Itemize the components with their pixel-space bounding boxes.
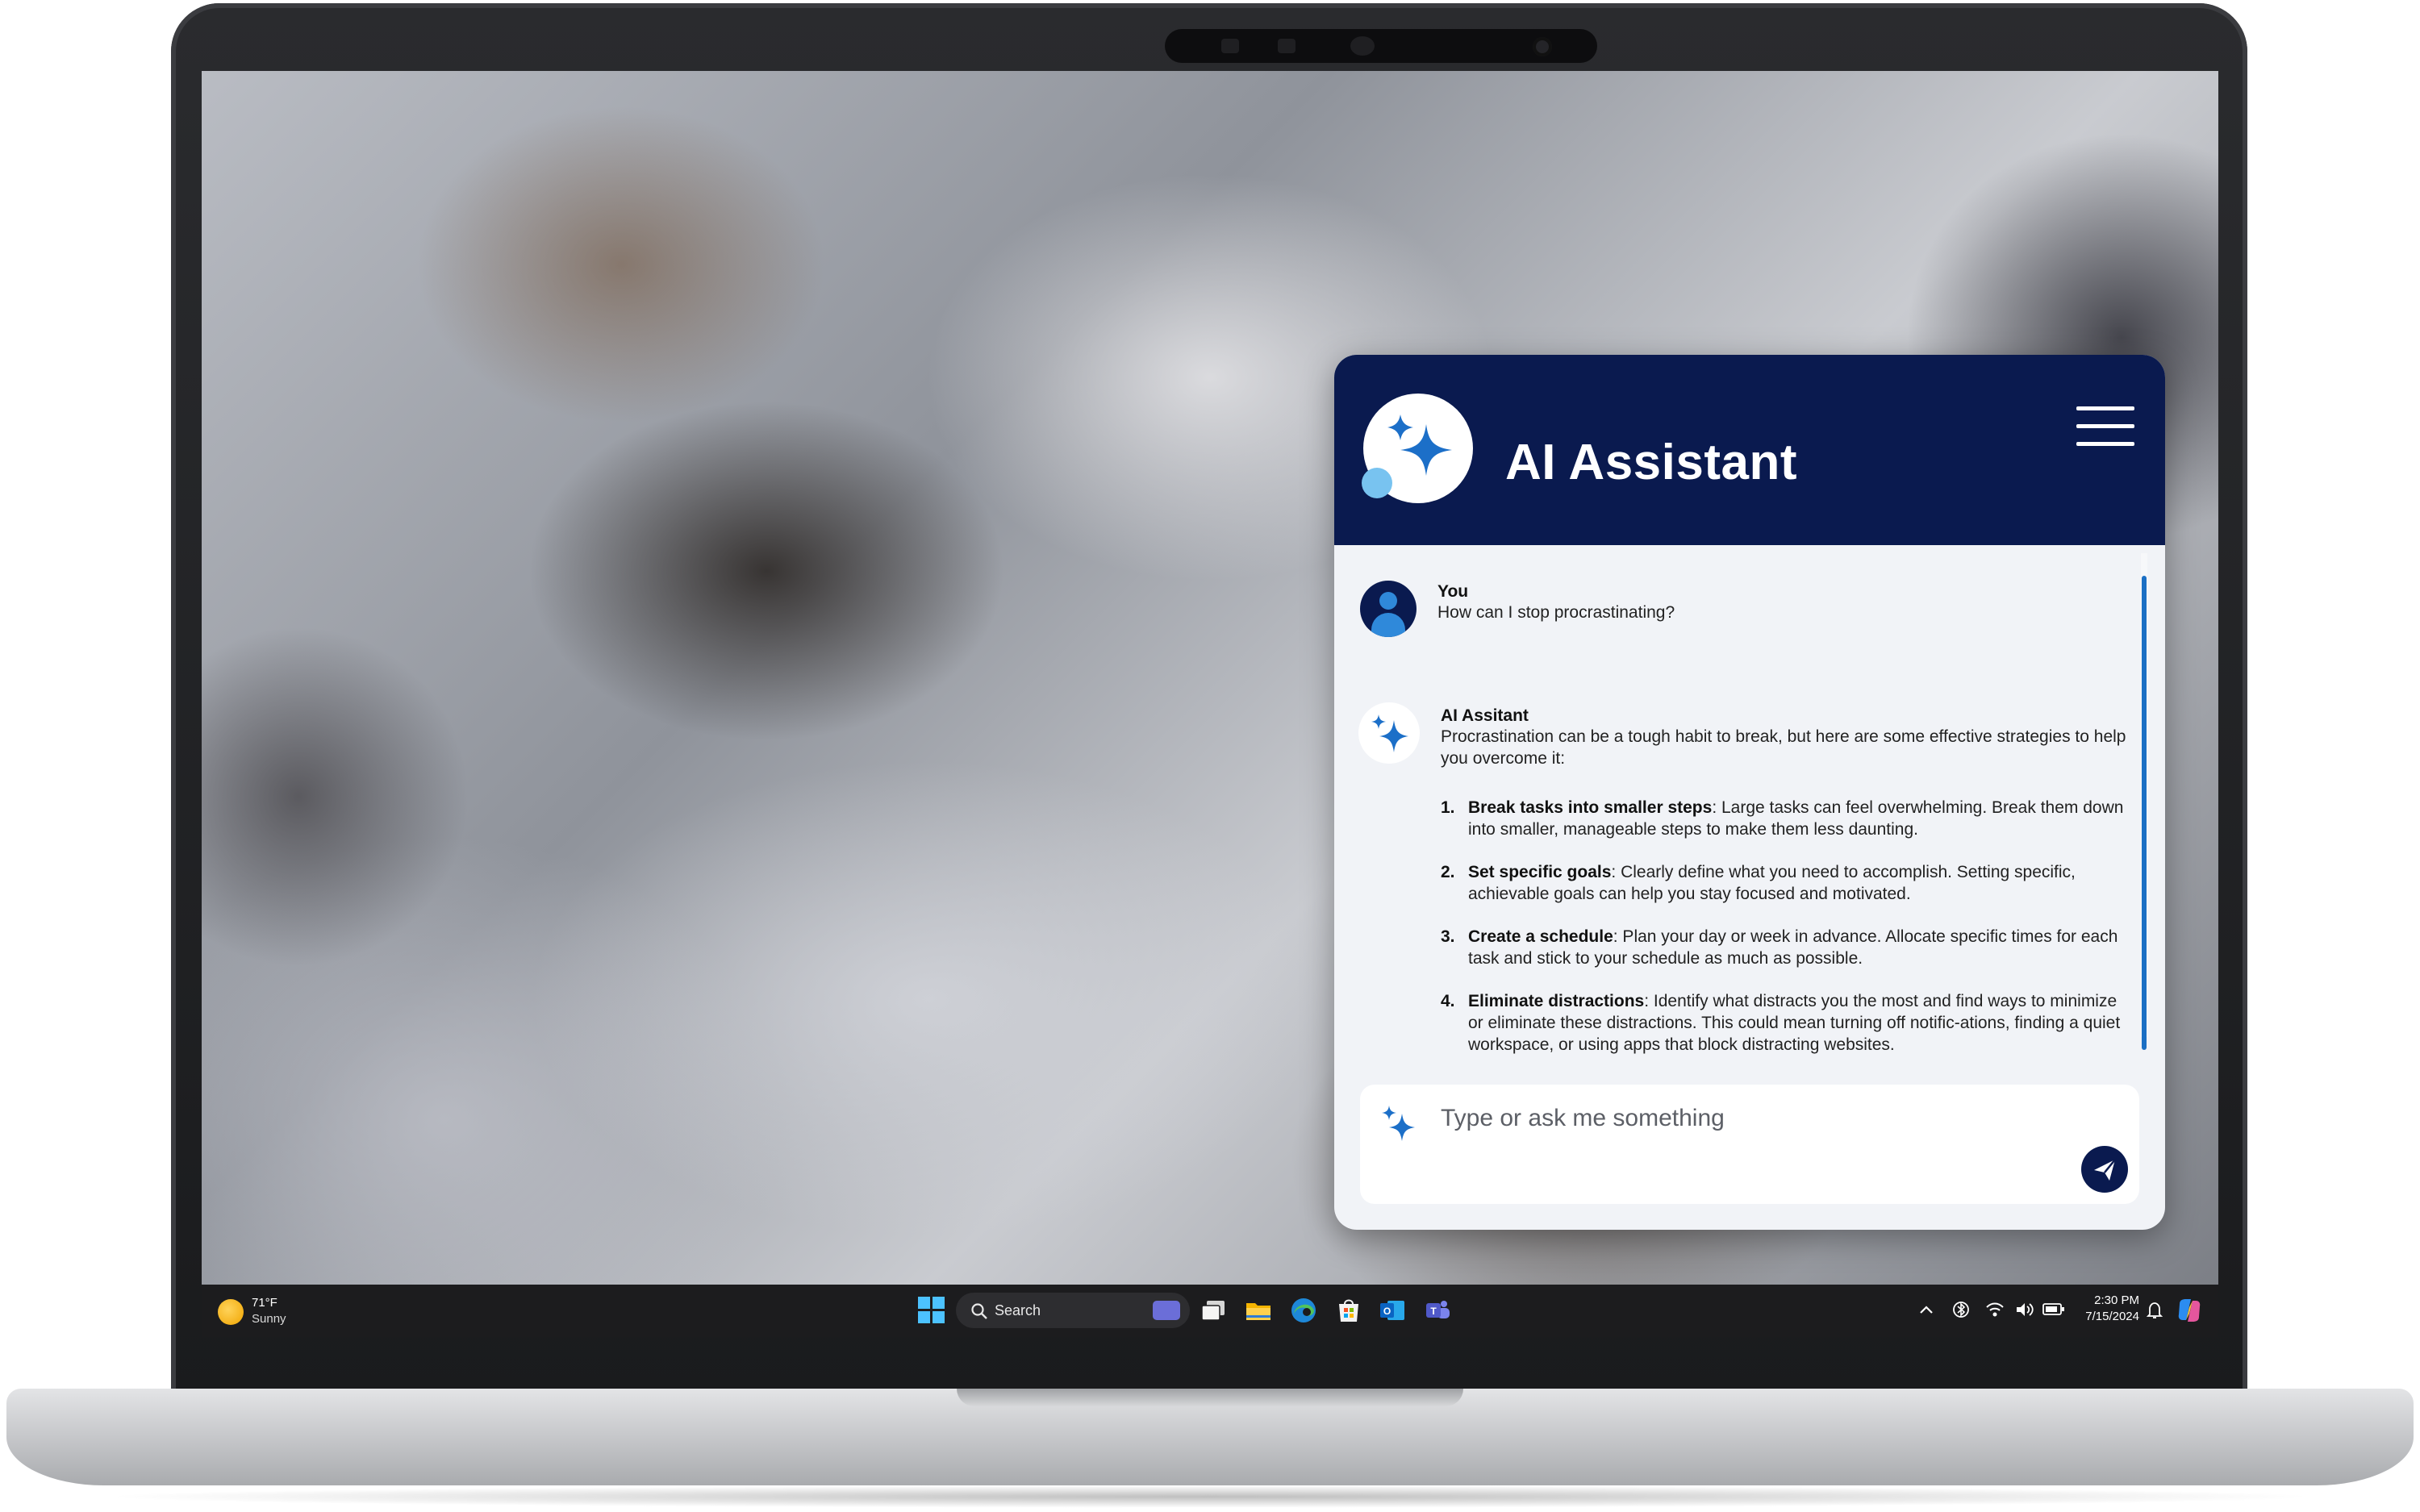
user-message-text: How can I stop procrastinating?	[1437, 603, 1675, 622]
outlook-icon[interactable]: O	[1378, 1296, 1407, 1325]
list-number: 2.	[1441, 863, 1455, 881]
clock-date: 7/15/2024	[2085, 1310, 2139, 1323]
status-dot	[1362, 468, 1392, 498]
weather-condition: Sunny	[252, 1312, 286, 1326]
weather-widget[interactable]: 71°F Sunny	[215, 1294, 303, 1330]
list-number: 1.	[1441, 798, 1455, 817]
teams-icon[interactable]: T	[1423, 1296, 1452, 1325]
camera-lens-icon	[1350, 36, 1375, 56]
ir-sensor-icon	[1221, 39, 1239, 53]
assistant-header: AI Assistant	[1334, 355, 2165, 545]
conversation-area[interactable]: You How can I stop procrastinating? AI A…	[1334, 545, 2165, 1054]
list-item: 1. Break tasks into smaller steps: Large …	[1441, 797, 2126, 840]
ai-assistant-panel: AI Assistant You How can I stop procrast…	[1334, 355, 2165, 1230]
wifi-icon[interactable]	[1984, 1299, 2005, 1320]
list-item: 3. Create a schedule: Plan your day or we…	[1441, 926, 2126, 969]
svg-text:O: O	[1383, 1306, 1391, 1317]
taskbar-search-box[interactable]: Search	[956, 1293, 1190, 1328]
webcam-bar	[1165, 29, 1597, 63]
task-view-icon[interactable]	[1199, 1296, 1228, 1325]
volume-icon[interactable]	[2013, 1299, 2034, 1320]
windows-taskbar: 71°F Sunny Search O T 2:30 PM 7/15/2024	[202, 1285, 2218, 1337]
ir-sensor-icon	[1278, 39, 1296, 53]
strategy-title: Break tasks into smaller steps	[1468, 798, 1713, 817]
message-composer	[1360, 1085, 2139, 1204]
list-number: 3.	[1441, 927, 1455, 946]
strategy-title: Create a schedule	[1468, 927, 1613, 946]
list-item: 2. Set specific goals: Clearly define wha…	[1441, 861, 2126, 905]
clock-time: 2:30 PM	[2094, 1293, 2139, 1307]
search-icon	[971, 1303, 987, 1319]
strategy-title: Set specific goals	[1468, 863, 1612, 881]
strategy-title: Eliminate distractions	[1468, 992, 1645, 1010]
weather-temperature: 71°F	[252, 1296, 277, 1310]
sparkle-icon	[1382, 1106, 1415, 1141]
bluetooth-icon[interactable]	[1951, 1299, 1971, 1320]
microsoft-store-icon[interactable]	[1334, 1296, 1363, 1325]
sparkle-icon	[1371, 714, 1408, 752]
assistant-title: AI Assistant	[1505, 435, 1798, 490]
ai-avatar	[1358, 702, 1420, 764]
edge-browser-icon[interactable]	[1289, 1296, 1318, 1325]
message-input[interactable]	[1441, 1101, 2005, 1136]
user-message-author: You	[1437, 582, 1469, 601]
battery-icon[interactable]	[2042, 1302, 2065, 1317]
windows-start-icon[interactable]	[918, 1297, 945, 1324]
user-avatar-icon	[1360, 581, 1417, 637]
send-icon	[2094, 1159, 2116, 1181]
copilot-icon[interactable]	[2175, 1296, 2204, 1325]
search-highlight-icon	[1153, 1301, 1180, 1320]
system-clock[interactable]: 2:30 PM 7/15/2024	[2075, 1293, 2139, 1325]
search-label: Search	[995, 1302, 1041, 1318]
laptop-shadow	[97, 1485, 2323, 1508]
sun-icon	[218, 1299, 244, 1325]
trackpad-notch	[957, 1389, 1463, 1406]
hamburger-menu-icon[interactable]	[2076, 406, 2138, 450]
ai-message-intro: Procrastination can be a tough habit to …	[1441, 727, 2126, 768]
ai-message-author: AI Assitant	[1441, 706, 1529, 725]
send-button[interactable]	[2081, 1146, 2128, 1193]
scrollbar-thumb[interactable]	[2142, 576, 2147, 1050]
list-number: 4.	[1441, 992, 1455, 1010]
laptop-screen: AI Assistant You How can I stop procrast…	[202, 71, 2218, 1337]
svg-text:T: T	[1430, 1306, 1437, 1317]
notification-bell-icon[interactable]	[2146, 1301, 2163, 1320]
file-explorer-icon[interactable]	[1244, 1296, 1273, 1325]
chevron-up-icon[interactable]	[1918, 1304, 1934, 1315]
strategy-list: 1. Break tasks into smaller steps: Large …	[1441, 797, 2126, 1077]
list-item: 4. Eliminate distractions: Identify what …	[1441, 990, 2126, 1056]
light-sensor-icon	[1533, 37, 1552, 56]
